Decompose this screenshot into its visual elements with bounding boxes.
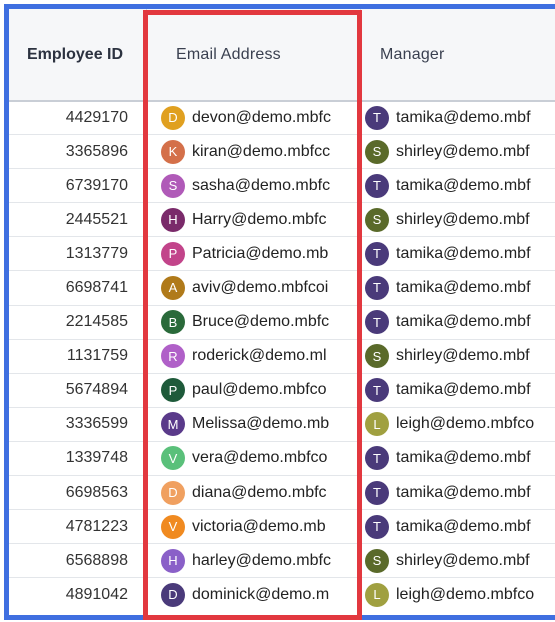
employee-table: Employee ID Email Address Manager 442917… [0, 0, 555, 622]
email-column-highlight-outline [143, 10, 362, 620]
